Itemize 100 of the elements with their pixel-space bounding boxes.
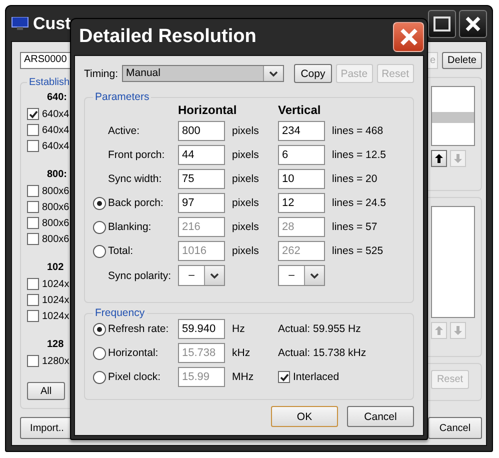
dialog-title: Detailed Resolution <box>79 26 256 48</box>
field-label: Sync width: <box>108 173 163 185</box>
unit-label: Hz <box>231 323 246 335</box>
column-header: Horizontal <box>178 103 238 117</box>
resolution-label: 1280x <box>42 356 70 366</box>
field-label: Horizontal: <box>108 347 160 359</box>
maximize-icon <box>433 16 451 32</box>
group-label: Establish <box>28 77 71 88</box>
monitor-icon <box>11 17 29 30</box>
input-field[interactable]: 234 <box>278 121 325 141</box>
input-field[interactable]: 12 <box>278 193 325 213</box>
section-header: 102 <box>47 261 64 275</box>
resolution-label: 1024x <box>42 294 70 306</box>
input-field[interactable]: 75 <box>178 169 225 189</box>
chevron-down-icon <box>269 70 278 76</box>
unit-label: pixels <box>231 245 260 257</box>
maximize-button[interactable] <box>428 10 456 38</box>
list-box[interactable] <box>431 206 475 318</box>
resolution-label: 640x4 <box>42 124 70 136</box>
input-field[interactable]: 59.940 <box>178 319 225 339</box>
field-label: Front porch: <box>108 149 166 161</box>
checkbox[interactable] <box>27 355 39 367</box>
column-header: Vertical <box>278 103 322 117</box>
input-field[interactable]: 44 <box>178 145 225 165</box>
lines-label: lines = 525 <box>331 245 384 257</box>
resolution-label: 1024x <box>42 310 70 322</box>
checkbox[interactable] <box>27 108 39 120</box>
unit-label: pixels <box>231 125 260 137</box>
arrow-up-icon <box>434 153 444 164</box>
unit-label: pixels <box>231 173 260 185</box>
lines-label: lines = 468 <box>331 125 384 137</box>
close-button[interactable] <box>459 10 487 38</box>
toolbar-button[interactable]: Delete <box>442 52 482 69</box>
chevron-down-icon <box>310 272 319 278</box>
checkbox-label: Interlaced <box>293 371 340 383</box>
checkbox[interactable] <box>27 310 39 322</box>
resolution-label: 640x4 <box>42 108 70 120</box>
unit-label: pixels <box>231 197 260 209</box>
checkbox[interactable] <box>27 294 39 306</box>
cancel-button[interactable]: Cancel <box>347 406 414 427</box>
checkbox[interactable] <box>27 217 39 229</box>
resolution-label: 800x6 <box>42 202 70 212</box>
input-field[interactable]: 800 <box>178 121 225 141</box>
group-label: Parameters <box>94 91 150 103</box>
lines-label: lines = 57 <box>331 221 378 233</box>
group-label: Frequency <box>94 307 146 319</box>
field-label: Refresh rate: <box>108 323 170 335</box>
field-label: Pixel clock: <box>108 371 162 383</box>
resolution-label: 800x6 <box>42 234 70 244</box>
resolution-label: 800x6 <box>42 218 70 228</box>
input-field[interactable]: 10 <box>278 169 325 189</box>
unit-label: MHz <box>231 371 255 383</box>
field-label: Total: <box>108 245 134 257</box>
checkmark-icon <box>28 110 38 118</box>
resolution-label: 640x4 <box>42 140 70 152</box>
radio-button[interactable] <box>93 196 106 210</box>
arrow-up-icon <box>434 325 444 336</box>
arrow-down-icon <box>453 153 463 164</box>
polarity-select[interactable]: – <box>178 265 225 286</box>
arrow-down-icon <box>453 325 463 336</box>
section-header: 640: <box>47 91 68 105</box>
profile-select[interactable]: ARS0000 <box>20 52 70 69</box>
chevron-down-icon <box>210 272 219 278</box>
close-icon <box>400 28 418 46</box>
input-field[interactable]: 6 <box>278 145 325 165</box>
resolution-label: 1024x <box>42 278 70 290</box>
unit-label: pixels <box>231 149 260 161</box>
cancel-button[interactable]: Cancel <box>428 417 482 439</box>
action-button[interactable]: Copy <box>294 64 332 83</box>
checkbox[interactable] <box>27 124 39 136</box>
field-label: Active: <box>108 125 141 137</box>
unit-label: pixels <box>231 221 260 233</box>
field-label: Sync polarity: <box>108 270 172 282</box>
field-label: Back porch: <box>108 197 164 209</box>
lines-label: lines = 20 <box>331 173 378 185</box>
window-title: Cust <box>33 14 71 34</box>
checkbox[interactable] <box>27 185 39 197</box>
move-up-button[interactable] <box>431 150 447 167</box>
ok-button[interactable]: OK <box>271 406 338 427</box>
close-icon <box>465 16 481 32</box>
actual-value: Actual: 59.955 Hz <box>278 323 362 335</box>
section-header: 800: <box>47 168 68 182</box>
section-header: 128 <box>47 338 64 352</box>
input-field[interactable]: 97 <box>178 193 225 213</box>
checkbox[interactable] <box>27 201 39 213</box>
all-button[interactable]: All <box>27 382 65 400</box>
lines-label: lines = 24.5 <box>331 197 387 209</box>
timing-select[interactable]: Manual <box>122 65 284 82</box>
resolution-label: 800x6 <box>42 186 70 196</box>
checkbox[interactable] <box>27 140 39 152</box>
actual-value: Actual: 15.738 kHz <box>278 347 368 359</box>
field-label: Blanking: <box>108 221 152 233</box>
checkmark-icon <box>280 372 288 382</box>
checkbox[interactable] <box>27 233 39 245</box>
unit-label: kHz <box>231 347 252 359</box>
polarity-select[interactable]: – <box>278 265 325 286</box>
lines-label: lines = 12.5 <box>331 149 387 161</box>
radio-button[interactable] <box>93 322 106 336</box>
checkbox[interactable] <box>27 278 39 290</box>
timing-label: Timing: <box>84 68 118 80</box>
